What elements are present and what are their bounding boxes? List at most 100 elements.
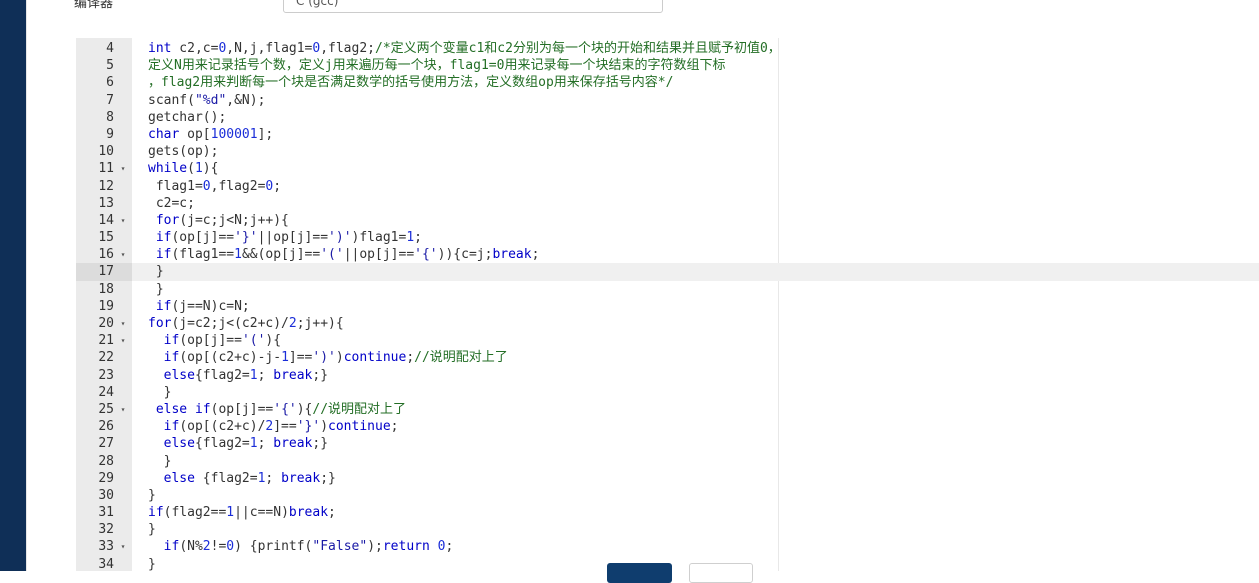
code-text[interactable]: while(1){ (148, 160, 218, 177)
line-number: 15 (98, 230, 114, 246)
code-text[interactable]: else {flag2=1; break;} (148, 470, 336, 487)
line-number: 12 (98, 178, 114, 194)
line-number: 10 (98, 144, 114, 160)
code-text[interactable]: scanf("%d",&N); (148, 92, 265, 109)
code-editor[interactable]: 4 int c2,c=0,N,j,flag1=0,flag2;/*定义两个变量c1… (76, 38, 1259, 571)
fold-arrow-icon[interactable]: ▾ (118, 315, 128, 332)
submit-button[interactable] (607, 563, 672, 583)
code-line[interactable]: 18 } (76, 281, 1259, 298)
code-text[interactable]: if(N%2!=0) {printf("False");return 0; (148, 538, 454, 555)
line-number: 24 (98, 384, 114, 400)
fold-arrow-icon[interactable]: ▾ (118, 401, 128, 418)
code-line[interactable]: 29 else {flag2=1; break;} (76, 470, 1259, 487)
code-line[interactable]: 31 if(flag2==1||c==N)break; (76, 504, 1259, 521)
code-text[interactable]: 定义N用来记录括号个数，定义j用来遍历每一个块，flag1=0用来记录每一个块结… (148, 57, 725, 74)
line-number: 17 (76, 263, 132, 281)
code-line[interactable]: 16 ▾ if(flag1==1&&(op[j]=='('||op[j]=='{'… (76, 246, 1259, 263)
code-text[interactable]: int c2,c=0,N,j,flag1=0,flag2;/*定义两个变量c1和… (148, 40, 781, 57)
code-text[interactable]: if(op[j]=='}'||op[j]==')')flag1=1; (148, 229, 422, 246)
line-number: 27 (98, 436, 114, 452)
line-number: 30 (98, 487, 114, 503)
line-number: 22 (98, 350, 114, 366)
code-line[interactable]: 7 scanf("%d",&N); (76, 92, 1259, 109)
fold-arrow-icon[interactable]: ▾ (118, 212, 128, 229)
code-text[interactable]: if(op[(c2+c)/2]=='}')continue; (148, 418, 399, 435)
code-line[interactable]: 13 c2=c; (76, 195, 1259, 212)
secondary-button[interactable] (689, 563, 753, 583)
code-line[interactable]: 24 } (76, 384, 1259, 401)
fold-arrow-icon[interactable]: ▾ (118, 538, 128, 555)
code-line[interactable]: 10 gets(op); (76, 143, 1259, 160)
code-line[interactable]: 27 else{flag2=1; break;} (76, 435, 1259, 452)
code-lines[interactable]: 4 int c2,c=0,N,j,flag1=0,flag2;/*定义两个变量c1… (76, 40, 1259, 571)
code-line[interactable]: 25 ▾ else if(op[j]=='{'){//说明配对上了 (76, 401, 1259, 418)
code-line[interactable]: 22 if(op[(c2+c)-j-1]==')')continue;//说明配… (76, 349, 1259, 366)
content-gutter (26, 0, 57, 571)
line-number: 4 (106, 41, 114, 56)
code-line[interactable]: 30} (76, 487, 1259, 504)
line-number: 8 (106, 109, 114, 125)
code-text[interactable]: getchar(); (148, 109, 226, 126)
line-number: 34 (98, 556, 114, 571)
code-text[interactable]: } (148, 281, 164, 298)
code-text[interactable]: } (148, 263, 164, 280)
code-text[interactable]: if(flag2==1||c==N)break; (148, 504, 336, 521)
code-line[interactable]: 15 if(op[j]=='}'||op[j]==')')flag1=1; (76, 229, 1259, 246)
code-line[interactable]: 12 flag1=0,flag2=0; (76, 178, 1259, 195)
line-number: 28 (98, 453, 114, 469)
code-line[interactable]: 20 ▾ for(j=c2;j<(c2+c)/2;j++){ (76, 315, 1259, 332)
code-line[interactable]: 17 } (76, 263, 1259, 281)
code-text[interactable]: char op[100001]; (148, 126, 273, 143)
compiler-label: 编译器 (74, 0, 114, 11)
code-text[interactable]: else{flag2=1; break;} (148, 435, 328, 452)
line-number: 26 (98, 419, 114, 435)
compiler-select[interactable]: C (gcc) (283, 0, 663, 13)
code-text[interactable]: } (148, 556, 156, 571)
fold-arrow-icon[interactable]: ▾ (118, 246, 128, 263)
line-number: 7 (106, 92, 114, 108)
line-number: 29 (98, 470, 114, 486)
code-line[interactable]: 26 if(op[(c2+c)/2]=='}')continue; (76, 418, 1259, 435)
code-text[interactable]: flag1=0,flag2=0; (148, 178, 281, 195)
line-number: 5 (106, 58, 114, 74)
code-line[interactable]: 28 } (76, 453, 1259, 470)
code-line[interactable]: 21 ▾ if(op[j]=='('){ (76, 332, 1259, 349)
code-line[interactable]: 11 ▾ while(1){ (76, 160, 1259, 177)
code-line[interactable]: 6 ，flag2用来判断每一个块是否满足数学的括号使用方法，定义数组op用来保存括… (76, 74, 1259, 91)
code-text[interactable]: if(op[(c2+c)-j-1]==')')continue;//说明配对上了 (148, 349, 508, 366)
code-text[interactable]: if(flag1==1&&(op[j]=='('||op[j]=='{')){c… (148, 246, 540, 263)
line-number: 19 (98, 298, 114, 314)
fold-arrow-icon[interactable]: ▾ (118, 160, 128, 177)
line-number: 6 (106, 75, 114, 91)
line-number: 18 (98, 281, 114, 297)
code-line[interactable]: 4 int c2,c=0,N,j,flag1=0,flag2;/*定义两个变量c1… (76, 40, 1259, 57)
code-line[interactable]: 32} (76, 521, 1259, 538)
code-line[interactable]: 14 ▾ for(j=c;j<N;j++){ (76, 212, 1259, 229)
code-text[interactable]: } (148, 384, 172, 401)
fold-arrow-icon[interactable]: ▾ (118, 332, 128, 349)
code-line[interactable]: 19 if(j==N)c=N; (76, 298, 1259, 315)
code-text[interactable]: } (148, 521, 156, 538)
code-text[interactable]: else{flag2=1; break;} (148, 367, 328, 384)
code-text[interactable]: for(j=c2;j<(c2+c)/2;j++){ (148, 315, 344, 332)
line-number: 31 (98, 505, 114, 521)
code-text[interactable]: if(j==N)c=N; (148, 298, 250, 315)
app-sidebar (0, 0, 26, 571)
code-text[interactable]: gets(op); (148, 143, 218, 160)
line-number: 23 (98, 367, 114, 383)
code-text[interactable]: for(j=c;j<N;j++){ (148, 212, 289, 229)
code-line[interactable]: 8 getchar(); (76, 109, 1259, 126)
code-text[interactable]: if(op[j]=='('){ (148, 332, 281, 349)
code-line[interactable]: 33 ▾ if(N%2!=0) {printf("False");return 0… (76, 538, 1259, 555)
line-number: 32 (98, 522, 114, 538)
code-text[interactable]: else if(op[j]=='{'){//说明配对上了 (148, 401, 406, 418)
line-number: 9 (106, 126, 114, 142)
code-text[interactable]: } (148, 453, 172, 470)
code-line[interactable]: 9 char op[100001]; (76, 126, 1259, 143)
code-text[interactable]: } (148, 487, 156, 504)
code-line[interactable]: 5 定义N用来记录括号个数，定义j用来遍历每一个块，flag1=0用来记录每一个块… (76, 57, 1259, 74)
code-text[interactable]: ，flag2用来判断每一个块是否满足数学的括号使用方法，定义数组op用来保存括号… (148, 74, 673, 91)
line-number: 13 (98, 195, 114, 211)
code-line[interactable]: 23 else{flag2=1; break;} (76, 367, 1259, 384)
code-text[interactable]: c2=c; (148, 195, 195, 212)
